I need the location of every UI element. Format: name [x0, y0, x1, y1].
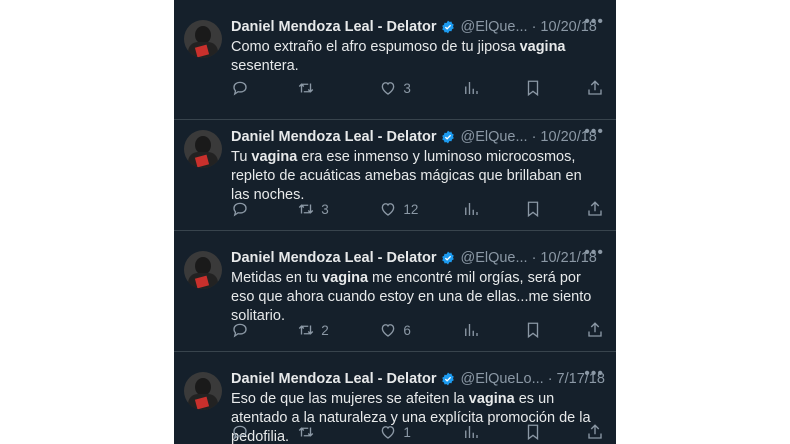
separator-dot: ·: [547, 371, 553, 387]
retweet-icon: [298, 83, 314, 93]
separator-dot: ·: [531, 250, 537, 266]
bookmark-button[interactable]: [524, 321, 544, 339]
like-icon: [382, 203, 395, 216]
share-button[interactable]: [586, 423, 606, 441]
bookmark-button[interactable]: [524, 423, 544, 441]
retweet-button[interactable]: 3: [297, 200, 337, 218]
bookmark-button[interactable]: [524, 200, 544, 218]
reply-icon: [233, 323, 247, 338]
bookmark-button[interactable]: [524, 79, 544, 97]
like-icon: [382, 324, 395, 337]
like-button[interactable]: 3: [379, 79, 419, 97]
tweet[interactable]: Daniel Mendoza Leal - Delator @ElQueLo..…: [174, 352, 616, 444]
views-icon: [464, 426, 478, 438]
tweet[interactable]: Daniel Mendoza Leal - Delator @ElQue... …: [174, 231, 616, 352]
views-button[interactable]: [462, 423, 482, 441]
author-name[interactable]: Daniel Mendoza Leal - Delator: [231, 250, 436, 266]
reply-icon: [233, 425, 247, 440]
verified-icon: [442, 372, 455, 386]
views-button[interactable]: [462, 321, 482, 339]
verified-icon: [442, 130, 455, 144]
tweet[interactable]: Daniel Mendoza Leal - Delator @ElQue... …: [174, 0, 616, 120]
reply-icon: [233, 81, 247, 96]
share-icon: [588, 322, 602, 337]
author-handle[interactable]: @ElQue...: [460, 129, 527, 145]
author-handle[interactable]: @ElQue...: [460, 19, 527, 35]
views-icon: [464, 203, 478, 215]
bookmark-icon: [527, 424, 538, 441]
like-button[interactable]: 6: [379, 321, 419, 339]
reply-button[interactable]: [231, 423, 255, 441]
more-icon[interactable]: •••: [584, 244, 604, 262]
bookmark-icon: [527, 322, 538, 339]
retweet-icon: [298, 204, 314, 214]
avatar[interactable]: [184, 130, 222, 168]
retweet-icon: [298, 427, 314, 437]
views-icon: [464, 324, 478, 336]
tweet[interactable]: Daniel Mendoza Leal - Delator @ElQue... …: [174, 110, 616, 231]
separator-dot: ·: [531, 129, 537, 145]
author-handle[interactable]: @ElQueLo...: [460, 371, 543, 387]
author-handle[interactable]: @ElQue...: [460, 250, 527, 266]
views-icon: [464, 82, 478, 94]
retweet-button[interactable]: [297, 79, 337, 97]
retweet-button[interactable]: 2: [297, 321, 337, 339]
author-name[interactable]: Daniel Mendoza Leal - Delator: [231, 129, 436, 145]
like-icon: [382, 426, 395, 439]
verified-icon: [442, 20, 455, 34]
share-button[interactable]: [586, 200, 606, 218]
tweet-text: Como extraño el afro espumoso de tu jipo…: [231, 39, 566, 74]
reply-button[interactable]: [231, 321, 255, 339]
share-button[interactable]: [586, 321, 606, 339]
more-icon[interactable]: •••: [584, 365, 604, 383]
author-name[interactable]: Daniel Mendoza Leal - Delator: [231, 19, 436, 35]
tweet-actions: 1: [231, 422, 606, 442]
timeline-feed: Daniel Mendoza Leal - Delator @ElQue... …: [174, 0, 616, 444]
avatar[interactable]: [184, 20, 222, 58]
more-icon[interactable]: •••: [584, 13, 604, 31]
retweet-icon: [298, 325, 314, 335]
retweet-button[interactable]: [297, 423, 337, 441]
reply-icon: [233, 202, 247, 217]
separator-dot: ·: [531, 19, 537, 35]
tweet-actions: 3 12: [231, 199, 606, 219]
avatar[interactable]: [184, 251, 222, 289]
more-icon[interactable]: •••: [584, 123, 604, 141]
tweet-text: Metidas en tu vagina me encontré mil org…: [231, 270, 592, 324]
author-name[interactable]: Daniel Mendoza Leal - Delator: [231, 371, 436, 387]
like-button[interactable]: 12: [379, 200, 419, 218]
tweet-actions: 3: [231, 78, 606, 98]
reply-button[interactable]: [231, 200, 255, 218]
like-button[interactable]: 1: [379, 423, 419, 441]
bookmark-icon: [527, 80, 538, 97]
tweet-text: Tu vagina era ese inmenso y luminoso mic…: [231, 149, 582, 203]
bookmark-icon: [527, 201, 538, 218]
share-icon: [588, 424, 602, 439]
share-icon: [588, 201, 602, 216]
views-button[interactable]: [462, 79, 482, 97]
like-icon: [382, 82, 395, 95]
views-button[interactable]: [462, 200, 482, 218]
tweet-actions: 2 6: [231, 320, 606, 340]
reply-button[interactable]: [231, 79, 255, 97]
avatar[interactable]: [184, 372, 222, 410]
share-icon: [588, 80, 602, 95]
share-button[interactable]: [586, 79, 606, 97]
verified-icon: [442, 251, 455, 265]
